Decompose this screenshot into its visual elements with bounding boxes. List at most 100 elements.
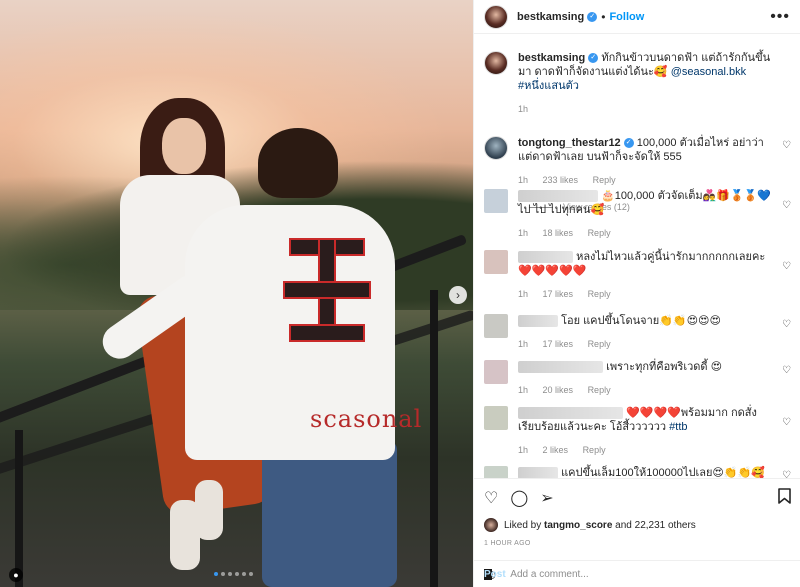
next-photo-button[interactable]: › — [449, 286, 467, 304]
comment-input[interactable] — [510, 568, 791, 580]
comment-time[interactable]: 1h — [518, 339, 528, 349]
commenter-username-redacted[interactable] — [518, 315, 558, 328]
post-photo[interactable]: scasonal › ● — [0, 0, 473, 587]
commenter-username[interactable]: tongtong_thestar12 — [518, 137, 621, 149]
author-username[interactable]: bestkamsing — [517, 11, 584, 23]
caption-body: bestkamsing ✓ ทักกินข้าวบนดาดฟ้า แต่ถ้ารั… — [518, 51, 791, 116]
comment-time[interactable]: 1h — [518, 385, 528, 395]
comment-meta: 1h 233 likes Reply — [518, 173, 773, 187]
woman-face — [162, 118, 206, 174]
comment-likes[interactable]: 18 likes — [543, 228, 574, 238]
comment-item: เพราะทุกที่คือพริเวดดี้ 😍 1h 20 likes Re… — [474, 360, 800, 397]
liker-username[interactable]: tangmo_score — [544, 520, 612, 531]
commenter-avatar[interactable] — [484, 314, 508, 338]
comment-item: หลงไม่ไหวแล้วคู่นี้น่ารักมากกกกกเลยคะ❤️❤… — [474, 250, 800, 301]
comment-body: แคปขึ้นเล็ม100ให้100000ไปเลย😍👏👏🥰 — [518, 466, 791, 478]
carousel-dot — [221, 572, 225, 576]
caption-username[interactable]: bestkamsing — [518, 52, 585, 64]
likes-others[interactable]: and 22,231 others — [615, 520, 696, 531]
follow-button[interactable]: Follow — [609, 11, 644, 23]
reply-button[interactable]: Reply — [593, 175, 616, 185]
action-icons: ♡ ◯ ➢ — [484, 487, 791, 509]
bookmark-icon[interactable] — [778, 487, 791, 509]
man-hair — [258, 128, 338, 198]
commenter-avatar[interactable] — [484, 406, 508, 430]
commenter-avatar[interactable] — [484, 466, 508, 478]
commenter-avatar[interactable] — [484, 360, 508, 384]
author-avatar[interactable] — [484, 4, 508, 29]
reply-button[interactable]: Reply — [588, 339, 611, 349]
comment-item: tongtong_thestar12 ✓ 100,000 ตัวเมื่อไหร่… — [474, 136, 800, 187]
more-options-icon[interactable]: ••• — [770, 8, 790, 26]
comment-text: โอย แคปขึ้นโดนจาย👏👏😍😍😍 — [561, 315, 721, 327]
commenter-avatar[interactable] — [484, 189, 508, 213]
shirt-brand-print: scasonal — [310, 405, 423, 433]
comment-item: ❤️❤️❤️❤️พร้อมมาก กดสั่งเรียบร้อยแล้วนะคะ… — [474, 406, 800, 457]
reply-button[interactable]: Reply — [583, 445, 606, 455]
comment-like-heart-icon[interactable]: ♡ — [782, 261, 791, 272]
commenter-username-redacted[interactable] — [518, 407, 623, 420]
comment-body: ❤️❤️❤️❤️พร้อมมาก กดสั่งเรียบร้อยแล้วนะคะ… — [518, 406, 791, 457]
comment-meta: 1h 2 likes Reply — [518, 443, 773, 457]
comment-time[interactable]: 1h — [518, 175, 528, 185]
paper-plane-icon[interactable]: ➢ — [540, 488, 553, 508]
likes-summary: Liked by tangmo_score and 22,231 others — [484, 518, 791, 532]
comment-like-heart-icon[interactable]: ♡ — [782, 470, 791, 478]
caption-meta: 1h — [518, 102, 773, 116]
caption: bestkamsing ✓ ทักกินข้าวบนดาดฟ้า แต่ถ้ารั… — [474, 51, 800, 116]
comment-like-heart-icon[interactable]: ♡ — [782, 365, 791, 376]
comment-like-heart-icon[interactable]: ♡ — [782, 417, 791, 428]
comment-body: tongtong_thestar12 ✓ 100,000 ตัวเมื่อไหร่… — [518, 136, 791, 187]
comment-icon[interactable]: ◯ — [510, 488, 528, 508]
verified-badge-icon: ✓ — [623, 138, 634, 149]
post-panel: bestkamsing ✓ • Follow ••• bestkamsing ✓ … — [473, 0, 800, 587]
comment-likes[interactable]: 20 likes — [543, 385, 574, 395]
verified-badge-icon: ✓ — [588, 53, 599, 64]
commenter-username-redacted[interactable] — [518, 361, 603, 374]
comment-meta: 1h 17 likes Reply — [518, 337, 773, 351]
comment-like-heart-icon[interactable]: ♡ — [782, 140, 791, 151]
comment-body: เพราะทุกที่คือพริเวดดี้ 😍 1h 20 likes Re… — [518, 360, 791, 397]
heart-icon[interactable]: ♡ — [484, 488, 498, 508]
carousel-dot — [242, 572, 246, 576]
comments-list[interactable]: bestkamsing ✓ ทักกินข้าวบนดาดฟ้า แต่ถ้ารั… — [474, 34, 800, 478]
carousel-dot — [228, 572, 232, 576]
author-avatar[interactable] — [484, 51, 508, 75]
tagged-people-icon[interactable]: ● — [9, 568, 23, 582]
comment-likes[interactable]: 2 likes — [543, 445, 569, 455]
comment-hashtag[interactable]: #ttb — [669, 421, 687, 433]
post-comment-button[interactable]: Post — [484, 568, 506, 580]
caption-time[interactable]: 1h — [518, 104, 528, 114]
commenter-username-redacted[interactable] — [518, 251, 573, 264]
commenter-avatar[interactable] — [484, 250, 508, 274]
comment-likes[interactable]: 17 likes — [543, 289, 574, 299]
reply-button[interactable]: Reply — [588, 228, 611, 238]
comment-time[interactable]: 1h — [518, 228, 528, 238]
commenter-avatar[interactable] — [484, 136, 508, 160]
comment-time[interactable]: 1h — [518, 289, 528, 299]
verified-badge-icon: ✓ — [587, 11, 598, 22]
caption-hashtag[interactable]: #หนึ่งแสนตัว — [518, 80, 579, 92]
commenter-username-redacted[interactable] — [518, 467, 558, 478]
comment-like-heart-icon[interactable]: ♡ — [782, 200, 791, 211]
posted-time[interactable]: 1 HOUR AGO — [484, 540, 791, 547]
comment-text: แคปขึ้นเล็ม100ให้100000ไปเลย😍👏👏🥰 — [561, 467, 765, 478]
caption-mention[interactable]: @seasonal.bkk — [671, 66, 746, 78]
separator-dot: • — [601, 9, 606, 24]
comment-body: 🎂100,000 ตัวจัดเต็ม👩‍❤️‍👨🎁🥉🥉💙 ไป ไป ไปทุ… — [518, 189, 791, 240]
carousel-dot — [249, 572, 253, 576]
comment-like-heart-icon[interactable]: ♡ — [782, 319, 791, 330]
railing-post — [15, 430, 23, 587]
commenter-username-redacted[interactable] — [518, 190, 598, 203]
comment-likes[interactable]: 17 likes — [543, 339, 574, 349]
comment-item: โอย แคปขึ้นโดนจาย👏👏😍😍😍 1h 17 likes Reply… — [474, 314, 800, 351]
reply-button[interactable]: Reply — [588, 289, 611, 299]
carousel-dot — [214, 572, 218, 576]
comment-item: 🎂100,000 ตัวจัดเต็ม👩‍❤️‍👨🎁🥉🥉💙 ไป ไป ไปทุ… — [474, 189, 800, 240]
liker-avatar[interactable] — [484, 518, 498, 532]
comment-item: แคปขึ้นเล็ม100ให้100000ไปเลย😍👏👏🥰 ♡ — [474, 466, 800, 478]
reply-button[interactable]: Reply — [588, 385, 611, 395]
comment-likes[interactable]: 233 likes — [543, 175, 579, 185]
comment-time[interactable]: 1h — [518, 445, 528, 455]
comment-text: เพราะทุกที่คือพริเวดดี้ 😍 — [606, 361, 723, 373]
